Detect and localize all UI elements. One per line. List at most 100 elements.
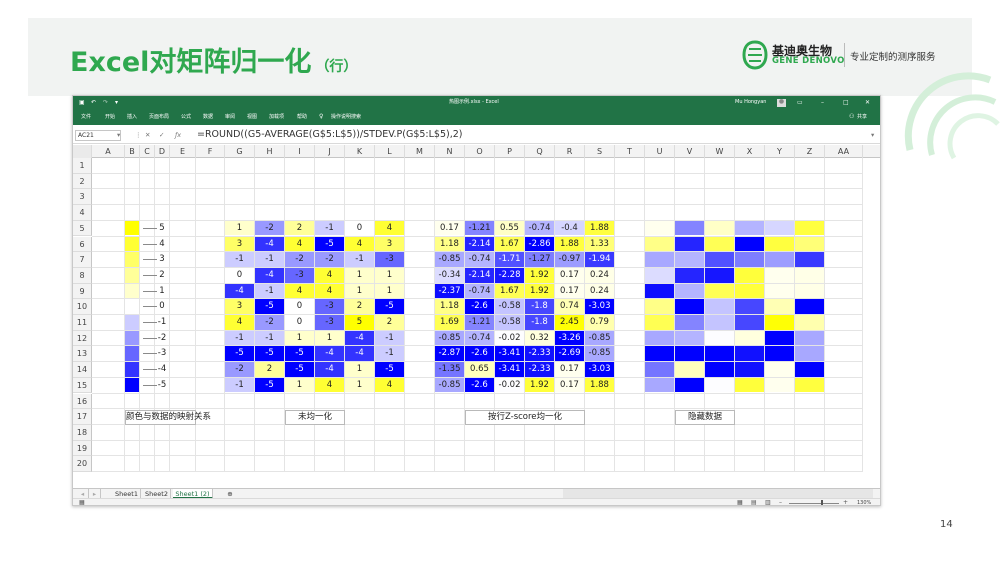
zscore-matrix-cell[interactable]: -2.14: [465, 236, 494, 252]
raw-matrix-cell[interactable]: -5: [375, 362, 404, 377]
hidden-heatmap-cell[interactable]: [675, 283, 704, 299]
row-header-19[interactable]: 19: [73, 440, 92, 457]
raw-matrix-cell[interactable]: -1: [255, 283, 284, 299]
column-header-Y[interactable]: Y: [765, 145, 795, 158]
expand-formula-bar-icon[interactable]: ▾: [871, 130, 874, 141]
hidden-heatmap-cell[interactable]: [765, 330, 794, 346]
tab-review[interactable]: 审阅: [225, 115, 235, 120]
enter-icon[interactable]: ✓: [159, 130, 164, 141]
column-header-F[interactable]: F: [196, 145, 225, 158]
zscore-matrix-cell[interactable]: 1.92: [525, 283, 554, 299]
zscore-matrix-cell[interactable]: -0.85: [435, 330, 464, 346]
row-header-1[interactable]: 1: [73, 158, 92, 174]
raw-matrix-cell[interactable]: 1: [285, 330, 314, 346]
hidden-heatmap-cell[interactable]: [645, 362, 674, 377]
hidden-heatmap-cell[interactable]: [735, 267, 764, 283]
column-header-Q[interactable]: Q: [525, 145, 555, 158]
hidden-heatmap-cell[interactable]: [705, 315, 734, 330]
hidden-heatmap-cell[interactable]: [765, 252, 794, 267]
raw-matrix-cell[interactable]: -5: [315, 236, 344, 252]
column-header-T[interactable]: T: [615, 145, 645, 158]
raw-matrix-cell[interactable]: 1: [345, 267, 374, 283]
hidden-heatmap-cell[interactable]: [705, 330, 734, 346]
minimize-icon[interactable]: –: [821, 100, 824, 106]
zscore-matrix-cell[interactable]: 0.24: [585, 267, 614, 283]
hidden-heatmap-cell[interactable]: [705, 346, 734, 362]
zscore-matrix-cell[interactable]: -1.27: [525, 252, 554, 267]
hidden-heatmap-cell[interactable]: [645, 299, 674, 314]
row-header-10[interactable]: 10: [73, 299, 92, 315]
hidden-heatmap-cell[interactable]: [795, 377, 824, 393]
raw-matrix-cell[interactable]: -1: [255, 252, 284, 267]
zscore-matrix-cell[interactable]: 1.69: [435, 315, 464, 330]
raw-matrix-cell[interactable]: 1: [315, 330, 344, 346]
row-header-12[interactable]: 12: [73, 330, 92, 347]
hidden-heatmap-cell[interactable]: [645, 236, 674, 252]
raw-matrix-cell[interactable]: -3: [375, 252, 404, 267]
hidden-heatmap-cell[interactable]: [675, 267, 704, 283]
cancel-icon[interactable]: ✕: [145, 130, 150, 141]
tab-view[interactable]: 视图: [247, 115, 257, 120]
raw-matrix-cell[interactable]: 0: [285, 315, 314, 330]
hidden-heatmap-cell[interactable]: [795, 252, 824, 267]
page-break-view-icon[interactable]: ▥: [765, 500, 771, 506]
zscore-matrix-cell[interactable]: -3.26: [555, 330, 584, 346]
redo-icon[interactable]: ↷: [103, 100, 108, 106]
column-header-M[interactable]: M: [405, 145, 435, 158]
customize-toolbar-icon[interactable]: ▾: [115, 100, 118, 106]
raw-matrix-cell[interactable]: 4: [375, 220, 404, 236]
zoom-in-icon[interactable]: +: [843, 500, 848, 506]
hidden-heatmap-cell[interactable]: [795, 330, 824, 346]
hidden-heatmap-cell[interactable]: [675, 220, 704, 236]
raw-matrix-cell[interactable]: -3: [315, 299, 344, 314]
hidden-heatmap-cell[interactable]: [735, 346, 764, 362]
zscore-matrix-cell[interactable]: -2.6: [465, 299, 494, 314]
hidden-heatmap-cell[interactable]: [765, 377, 794, 393]
tab-file[interactable]: 文件: [81, 115, 91, 120]
zscore-matrix-cell[interactable]: 0.65: [465, 362, 494, 377]
hidden-heatmap-cell[interactable]: [735, 252, 764, 267]
close-icon[interactable]: ✕: [865, 100, 870, 106]
page-layout-view-icon[interactable]: ▤: [751, 500, 757, 506]
raw-label[interactable]: 未均一化: [285, 410, 345, 425]
zscore-matrix-cell[interactable]: 1.67: [495, 236, 524, 252]
raw-matrix-cell[interactable]: 1: [345, 377, 374, 393]
row-header-8[interactable]: 8: [73, 267, 92, 284]
column-header-AA[interactable]: AA: [825, 145, 863, 158]
column-header-C[interactable]: C: [140, 145, 155, 158]
hidden-heatmap-cell[interactable]: [765, 267, 794, 283]
hidden-heatmap-cell[interactable]: [735, 362, 764, 377]
row-header-17[interactable]: 17: [73, 409, 92, 425]
hidden-heatmap-cell[interactable]: [765, 299, 794, 314]
column-header-O[interactable]: O: [465, 145, 495, 158]
zscore-matrix-cell[interactable]: 0.79: [585, 315, 614, 330]
zscore-matrix-cell[interactable]: -2.69: [555, 346, 584, 362]
zoom-level[interactable]: 130%: [857, 501, 871, 506]
hidden-heatmap-cell[interactable]: [705, 377, 734, 393]
user-name[interactable]: Mu Hongyan: [735, 100, 766, 105]
zscore-matrix-cell[interactable]: -0.58: [495, 299, 524, 314]
hidden-heatmap-cell[interactable]: [735, 299, 764, 314]
zscore-matrix-cell[interactable]: 1.92: [525, 377, 554, 393]
hidden-heatmap-cell[interactable]: [645, 267, 674, 283]
column-header-N[interactable]: N: [435, 145, 465, 158]
row-header-3[interactable]: 3: [73, 189, 92, 206]
raw-matrix-cell[interactable]: 1: [225, 220, 254, 236]
column-header-I[interactable]: I: [285, 145, 315, 158]
zscore-matrix-cell[interactable]: -1.8: [525, 299, 554, 314]
raw-matrix-cell[interactable]: 4: [315, 267, 344, 283]
save-icon[interactable]: ▣: [79, 100, 85, 106]
hidden-heatmap-cell[interactable]: [705, 362, 734, 377]
raw-matrix-cell[interactable]: -5: [255, 299, 284, 314]
row-header-15[interactable]: 15: [73, 377, 92, 394]
raw-matrix-cell[interactable]: -1: [375, 346, 404, 362]
column-header-A[interactable]: A: [92, 145, 125, 158]
raw-matrix-cell[interactable]: -3: [285, 267, 314, 283]
raw-matrix-cell[interactable]: 5: [345, 315, 374, 330]
raw-matrix-cell[interactable]: 2: [285, 220, 314, 236]
zscore-matrix-cell[interactable]: 0.17: [555, 377, 584, 393]
zscore-matrix-cell[interactable]: 0.17: [435, 220, 464, 236]
share-button[interactable]: 共享: [857, 115, 867, 120]
row-header-14[interactable]: 14: [73, 362, 92, 378]
raw-matrix-cell[interactable]: 3: [225, 236, 254, 252]
